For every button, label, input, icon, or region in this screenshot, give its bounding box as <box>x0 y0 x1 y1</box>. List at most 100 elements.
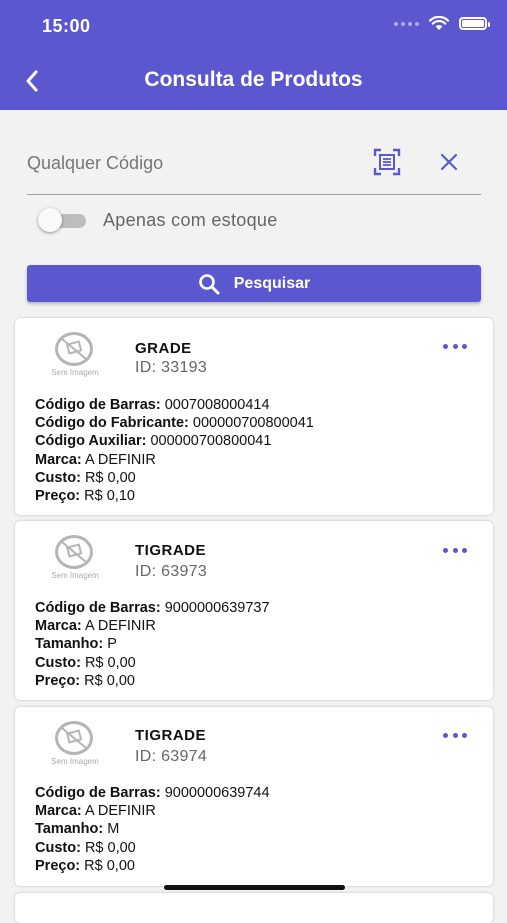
detail-row: Código de Barras: 9000000639737 <box>35 599 270 617</box>
toggle-thumb <box>38 208 62 232</box>
detail-value: P <box>107 636 117 653</box>
detail-row: Código de Barras: 9000000639744 <box>35 784 270 802</box>
detail-label: Marca: <box>35 803 82 820</box>
detail-value: 000000700800041 <box>150 433 272 450</box>
more-dot-icon <box>462 732 467 738</box>
more-dot-icon <box>443 547 448 553</box>
product-id: ID: 63974 <box>135 748 208 765</box>
detail-row: Marca: A DEFINIR <box>35 451 314 469</box>
wifi-icon <box>429 16 449 30</box>
detail-label: Custo: <box>35 469 81 486</box>
detail-value: R$ 0,00 <box>84 857 135 874</box>
detail-value: A DEFINIR <box>84 451 156 468</box>
detail-row: Tamanho: M <box>35 820 270 838</box>
more-options-button[interactable] <box>443 338 467 354</box>
no-image-caption: Sem Imagem <box>51 368 99 377</box>
product-image-placeholder: Sem Imagem <box>47 332 103 382</box>
close-icon <box>440 153 458 171</box>
detail-row: Código de Barras: 0007008000414 <box>35 396 314 414</box>
no-image-icon <box>55 721 93 755</box>
detail-row: Preço: R$ 0,00 <box>35 672 270 690</box>
page-title: Consulta de Produtos <box>144 68 363 91</box>
app-header: 15:00 Consulta de Produtos <box>0 0 507 110</box>
detail-row: Código Auxiliar: 000000700800041 <box>35 432 314 450</box>
detail-value: R$ 0,10 <box>84 488 135 505</box>
clear-search-button[interactable] <box>437 150 461 174</box>
detail-value: 9000000639737 <box>164 600 270 616</box>
product-id: ID: 33193 <box>135 359 208 376</box>
detail-value: 9000000639744 <box>164 785 270 801</box>
no-image-icon <box>55 332 93 366</box>
more-dot-icon <box>452 547 458 553</box>
detail-label: Preço: <box>35 488 81 505</box>
detail-value: A DEFINIR <box>84 803 156 820</box>
product-name: TIGRADE <box>135 727 206 744</box>
detail-label: Código de Barras: <box>35 397 161 413</box>
product-name: GRADE <box>135 340 192 357</box>
detail-value: R$ 0,00 <box>84 654 136 671</box>
search-icon <box>198 273 220 294</box>
search-button-label: Pesquisar <box>233 274 311 292</box>
no-image-caption: Sem Imagem <box>51 571 99 580</box>
product-details: Código de Barras: 0007008000414 Código d… <box>35 396 314 505</box>
detail-value: 0007008000414 <box>164 397 270 413</box>
no-image-icon <box>55 535 93 569</box>
detail-value: A DEFINIR <box>84 618 156 635</box>
detail-label: Código Auxiliar: <box>35 433 147 450</box>
detail-row: Preço: R$ 0,00 <box>35 857 270 875</box>
detail-row: Código do Fabricante: 000000700800041 <box>35 414 314 432</box>
search-button[interactable]: Pesquisar <box>27 265 481 302</box>
product-card[interactable]: Sem Imagem GRADE ID: 33193 Código de Bar… <box>15 318 493 515</box>
no-image-caption: Sem Imagem <box>51 757 99 766</box>
more-options-button[interactable] <box>443 727 467 743</box>
detail-label: Custo: <box>35 839 81 856</box>
home-indicator <box>164 885 345 890</box>
detail-label: Marca: <box>35 618 82 635</box>
more-dot-icon <box>462 547 467 553</box>
signal-icon <box>394 21 419 26</box>
product-details: Código de Barras: 9000000639737 Marca: A… <box>35 599 270 690</box>
detail-label: Preço: <box>35 857 81 874</box>
detail-row: Tamanho: P <box>35 635 270 653</box>
detail-row: Custo: R$ 0,00 <box>35 839 270 857</box>
more-options-button[interactable] <box>443 542 467 558</box>
product-card[interactable] <box>15 893 493 923</box>
detail-label: Código do Fabricante: <box>35 415 189 432</box>
more-dot-icon <box>443 343 448 349</box>
in-stock-toggle[interactable] <box>38 207 86 233</box>
detail-label: Custo: <box>35 654 81 671</box>
detail-row: Marca: A DEFINIR <box>35 802 270 820</box>
in-stock-label: Apenas com estoque <box>103 209 278 230</box>
barcode-scan-button[interactable] <box>373 148 401 176</box>
stock-filter-row: Apenas com estoque <box>38 206 278 234</box>
product-image-placeholder: Sem Imagem <box>47 721 103 771</box>
product-image-placeholder: Sem Imagem <box>47 535 103 585</box>
status-time: 15:00 <box>42 16 91 36</box>
detail-label: Marca: <box>35 451 82 468</box>
search-input[interactable] <box>27 140 357 186</box>
product-card[interactable]: Sem Imagem TIGRADE ID: 63973 Código de B… <box>15 521 493 700</box>
product-id: ID: 63973 <box>135 563 208 580</box>
detail-label: Tamanho: <box>35 821 104 838</box>
detail-value: R$ 0,00 <box>84 672 135 689</box>
detail-value: M <box>107 821 120 838</box>
battery-icon <box>459 17 490 30</box>
more-dot-icon <box>452 732 458 738</box>
detail-label: Preço: <box>35 672 81 689</box>
status-icons <box>394 16 490 31</box>
detail-label: Código de Barras: <box>35 785 161 801</box>
detail-row: Custo: R$ 0,00 <box>35 469 314 487</box>
detail-label: Código de Barras: <box>35 600 161 616</box>
more-dot-icon <box>452 343 458 349</box>
detail-value: R$ 0,00 <box>84 469 136 486</box>
detail-row: Marca: A DEFINIR <box>35 617 270 635</box>
more-dot-icon <box>462 343 467 349</box>
search-bar <box>27 140 481 195</box>
product-card[interactable]: Sem Imagem TIGRADE ID: 63974 Código de B… <box>15 707 493 886</box>
detail-label: Tamanho: <box>35 636 104 653</box>
barcode-scan-icon <box>373 148 401 176</box>
detail-row: Preço: R$ 0,10 <box>35 487 314 505</box>
detail-value: 000000700800041 <box>192 415 314 432</box>
more-dot-icon <box>443 732 448 738</box>
product-name: TIGRADE <box>135 542 206 559</box>
